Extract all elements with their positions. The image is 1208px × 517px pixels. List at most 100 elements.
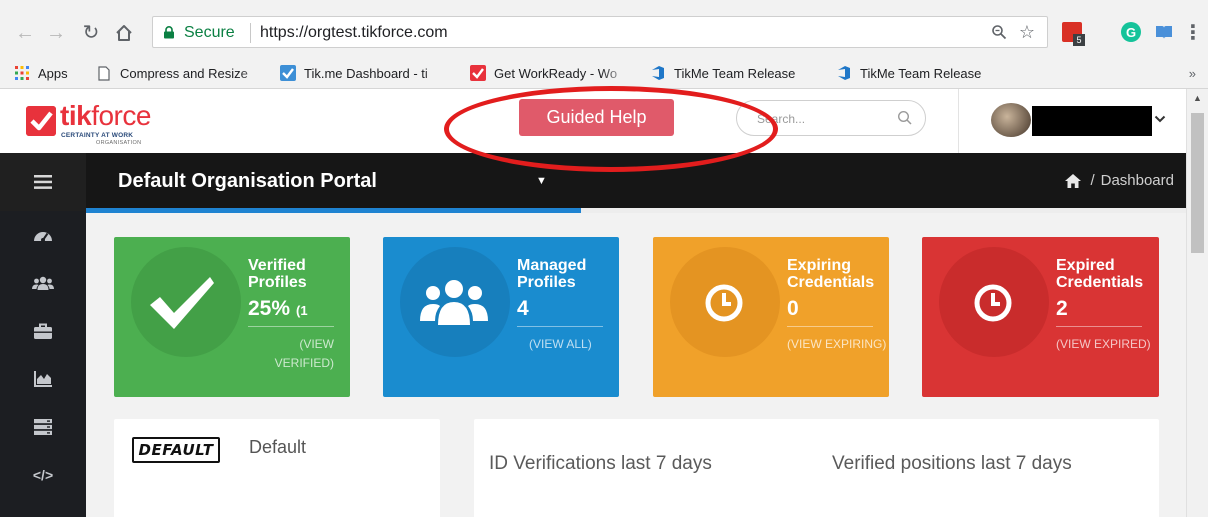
- zoom-icon[interactable]: [991, 24, 1007, 45]
- user-menu-chevron-icon[interactable]: [1154, 111, 1166, 127]
- sidebar-item-servers[interactable]: [0, 403, 86, 451]
- tikme-icon: [280, 65, 296, 81]
- browser-chrome: ← → ↻ Secure https://orgtest.tikforce.co…: [0, 0, 1208, 89]
- portal-title: Default Organisation Portal: [118, 170, 377, 192]
- azure-devops-icon: [650, 65, 666, 81]
- reader-extension-icon[interactable]: [1154, 22, 1174, 42]
- logo-subtitle: ORGANISATION: [96, 140, 142, 146]
- logo-check-icon: [26, 106, 56, 136]
- back-arrow-icon[interactable]: ←: [14, 22, 36, 44]
- address-divider: [250, 23, 251, 43]
- bookmark-star-icon[interactable]: ☆: [1019, 22, 1035, 43]
- organisation-name: Default: [249, 437, 307, 457]
- view-all-link[interactable]: (VIEW ALL): [529, 335, 592, 354]
- bookmarks-bar: Apps Compress and Resize Tik.me Dashboar…: [0, 58, 1208, 89]
- card-value: 25% (1: [248, 297, 308, 320]
- breadcrumb: / Dashboard: [1064, 172, 1174, 189]
- bookmark-get-workready[interactable]: Get WorkReady - Wo: [470, 63, 630, 83]
- web-page: tikforce CERTAINTY AT WORK ORGANISATION …: [0, 89, 1186, 517]
- breadcrumb-separator: /: [1090, 172, 1095, 189]
- view-verified-link[interactable]: (VIEW VERIFIED): [248, 335, 334, 373]
- sidebar-item-reports[interactable]: [0, 355, 86, 403]
- briefcase-icon: [34, 323, 52, 339]
- view-expiring-link[interactable]: (VIEW EXPIRING): [787, 335, 886, 354]
- server-stack-icon: [34, 419, 52, 435]
- organisation-panel: DEFAULT Default: [114, 419, 440, 517]
- app-header: tikforce CERTAINTY AT WORK ORGANISATION …: [0, 89, 1186, 153]
- bookmark-apps[interactable]: Apps: [14, 63, 84, 83]
- calendar-extension-icon[interactable]: 5: [1062, 22, 1085, 46]
- tikforce-logo[interactable]: tikforce CERTAINTY AT WORK ORGANISATION: [26, 101, 186, 149]
- expiring-credentials-card[interactable]: Expiring Credentials 0 (VIEW EXPIRING): [653, 237, 889, 397]
- search-box[interactable]: [736, 100, 926, 136]
- lock-icon: [164, 26, 174, 39]
- hamburger-menu-icon[interactable]: [0, 153, 86, 211]
- portal-title-bar: Default Organisation Portal ▼ / Dashboar…: [0, 153, 1186, 211]
- users-icon: [420, 280, 488, 325]
- secure-label: Secure: [184, 24, 235, 41]
- card-value: 0: [787, 297, 799, 320]
- verified-positions-chart-title: Verified positions last 7 days: [832, 453, 1072, 474]
- logo-tagline: CERTAINTY AT WORK: [61, 132, 134, 139]
- verified-profiles-card[interactable]: Verified Profiles 25% (1 (VIEW VERIFIED): [114, 237, 350, 397]
- bookmark-label: TikMe Team Release: [860, 65, 982, 81]
- bookmark-tikme-dashboard[interactable]: Tik.me Dashboard - ti: [280, 63, 454, 83]
- bookmark-label: Get WorkReady - Wo: [494, 65, 618, 81]
- sidebar-item-developer[interactable]: </>: [0, 451, 86, 499]
- clock-icon: [705, 284, 743, 322]
- area-chart-icon: [34, 371, 52, 387]
- forward-arrow-icon[interactable]: →: [45, 22, 67, 44]
- card-divider: [248, 326, 334, 327]
- checkmark-icon: [150, 277, 214, 329]
- card-title: Expired Credentials: [1056, 257, 1144, 291]
- logo-wordmark: tikforce: [60, 100, 151, 131]
- home-icon[interactable]: [113, 22, 135, 44]
- dashboard-content: Verified Profiles 25% (1 (VIEW VERIFIED) M…: [86, 213, 1186, 517]
- bookmark-label: Apps: [38, 65, 68, 81]
- card-divider: [787, 326, 873, 327]
- page-scrollbar[interactable]: ▲: [1186, 89, 1208, 517]
- id-verifications-chart-title: ID Verifications last 7 days: [489, 453, 712, 474]
- reload-icon[interactable]: ↻: [80, 22, 102, 44]
- search-input[interactable]: [757, 110, 887, 128]
- sidebar-item-dashboard[interactable]: [0, 211, 86, 259]
- url-text[interactable]: https://orgtest.tikforce.com: [260, 24, 448, 42]
- redacted-username[interactable]: [1032, 106, 1152, 136]
- scroll-up-arrow-icon[interactable]: ▲: [1193, 93, 1202, 103]
- bookmark-team-release-2[interactable]: TikMe Team Release: [836, 63, 1010, 83]
- more-bookmarks-icon[interactable]: »: [1189, 66, 1196, 81]
- grammarly-extension-icon[interactable]: G: [1121, 22, 1141, 42]
- sidebar-item-positions[interactable]: [0, 307, 86, 355]
- card-value: 4: [517, 297, 529, 320]
- clock-icon: [974, 284, 1012, 322]
- bookmark-compress[interactable]: Compress and Resize: [96, 63, 270, 83]
- guided-help-button[interactable]: Guided Help: [519, 99, 674, 136]
- scroll-thumb[interactable]: [1191, 113, 1204, 253]
- apps-grid-icon: [14, 65, 30, 81]
- sidebar-item-users[interactable]: [0, 259, 86, 307]
- card-title: Expiring Credentials: [787, 257, 875, 291]
- card-divider: [517, 326, 603, 327]
- charts-panel: ID Verifications last 7 days Verified po…: [474, 419, 1159, 517]
- users-icon: [32, 276, 54, 290]
- bookmark-label: TikMe Team Release: [674, 65, 796, 81]
- bookmark-label: Tik.me Dashboard - ti: [304, 65, 428, 81]
- breadcrumb-home-icon[interactable]: [1064, 173, 1082, 189]
- card-divider: [1056, 326, 1142, 327]
- tikme-icon: [470, 65, 486, 81]
- card-value: 2: [1056, 297, 1068, 320]
- bookmark-label: Compress and Resize: [120, 65, 248, 81]
- expired-credentials-card[interactable]: Expired Credentials 2 (VIEW EXPIRED): [922, 237, 1159, 397]
- code-icon: </>: [32, 467, 54, 483]
- search-icon[interactable]: [897, 110, 913, 126]
- bookmark-team-release-1[interactable]: TikMe Team Release: [650, 63, 824, 83]
- address-bar[interactable]: Secure https://orgtest.tikforce.com ☆: [152, 16, 1048, 48]
- extension-badge: 5: [1073, 34, 1085, 46]
- browser-menu-icon[interactable]: ⋮: [1183, 22, 1203, 44]
- browser-toolbar: ← → ↻ Secure https://orgtest.tikforce.co…: [0, 0, 1208, 58]
- managed-profiles-card[interactable]: Managed Profiles 4 (VIEW ALL): [383, 237, 619, 397]
- breadcrumb-current[interactable]: Dashboard: [1101, 172, 1174, 189]
- portal-dropdown-caret-icon[interactable]: ▼: [536, 175, 547, 187]
- view-expired-link[interactable]: (VIEW EXPIRED): [1056, 335, 1151, 354]
- user-avatar[interactable]: [991, 103, 1031, 137]
